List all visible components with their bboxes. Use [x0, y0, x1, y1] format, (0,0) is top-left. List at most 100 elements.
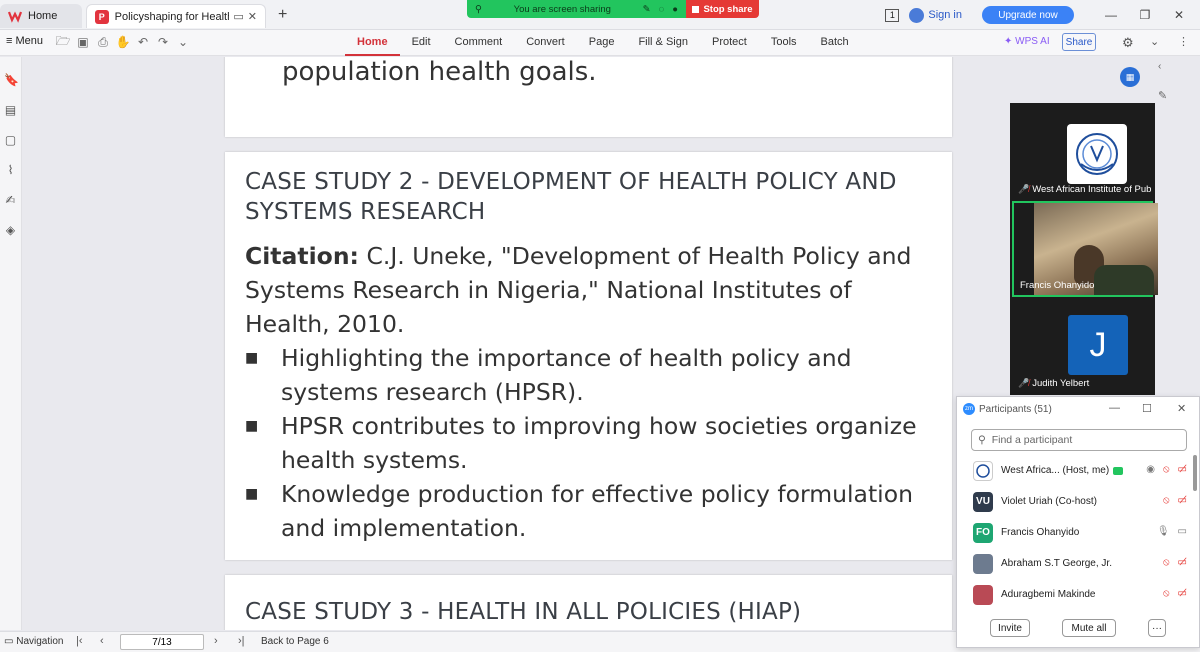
mic-off-icon[interactable]: ✎ [643, 4, 651, 15]
case2-title-line1: CASE STUDY 2 - DEVELOPMENT OF HEALTH POL… [245, 169, 897, 195]
video-tile[interactable]: J 🎤̸ Judith Yelbert [1012, 299, 1153, 393]
more-options-icon[interactable]: ⋮ [1178, 35, 1189, 48]
participant-row[interactable]: West Africa... (Host, me) ◉ ⦸ ▭̸ [957, 455, 1193, 486]
back-to-page-link[interactable]: Back to Page 6 [261, 636, 329, 647]
pin-icon[interactable]: ⚲ [475, 4, 482, 15]
ribbon-tab-convert[interactable]: Convert [514, 36, 577, 56]
tab-home[interactable]: Home [0, 4, 82, 28]
mute-all-button[interactable]: Mute all [1062, 619, 1116, 637]
shield-icon[interactable]: ● [672, 4, 678, 15]
mute-all-label: Mute all [1071, 622, 1107, 634]
ribbon-tab-comment[interactable]: Comment [443, 36, 515, 56]
participants-header: zm Participants (51) — ☐ ✕ [957, 397, 1200, 421]
last-page-icon[interactable]: ›| [238, 635, 245, 647]
participant-search-input[interactable]: ⚲ Find a participant [971, 429, 1187, 451]
participant-avatar: VU [973, 491, 993, 512]
bullet-item: ■ Highlighting the importance of health p… [245, 341, 935, 409]
participant-status-icons: ⦸ ▭̸ [1163, 557, 1187, 568]
close-window-icon[interactable]: ✕ [1166, 8, 1192, 22]
bullet-square-icon: ■ [245, 486, 259, 502]
menu-button[interactable]: ≡ Menu [6, 35, 43, 47]
bookmark-icon[interactable]: 🔖 [4, 74, 19, 87]
browser-tab-bar: Home P Policyshaping for Health Deve ▭ ✕… [0, 0, 1200, 30]
collapse-ribbon-icon[interactable]: ⌄ [1150, 35, 1159, 48]
bullet-text: Highlighting the importance of health po… [281, 344, 852, 406]
more-label: ··· [1152, 622, 1162, 634]
participants-title: Participants (51) [979, 403, 1052, 415]
minimize-panel-icon[interactable]: — [1109, 402, 1120, 414]
participants-panel: zm Participants (51) — ☐ ✕ ⚲ Find a part… [956, 396, 1200, 648]
sign-in-link[interactable]: Sign in [928, 9, 962, 21]
monitor-icon[interactable]: ▭ [233, 10, 243, 23]
attachment-icon[interactable]: ⌇ [4, 164, 17, 177]
panel-collapse-icon[interactable]: ‹ [1158, 61, 1161, 72]
mic-muted-icon: 🎤̸ [1018, 184, 1030, 194]
navigation-button[interactable]: ▭ Navigation [4, 636, 64, 647]
ribbon-tab-protect[interactable]: Protect [700, 36, 759, 56]
citation-label: Citation: [245, 242, 359, 270]
participant-row[interactable]: Abraham S.T George, Jr. ⦸ ▭̸ [957, 548, 1193, 579]
translate-assistant-icon[interactable]: ▦ [1120, 67, 1140, 87]
tab-document[interactable]: P Policyshaping for Health Deve ▭ ✕ [86, 4, 266, 28]
tile-participant-name: 🎤̸West African Institute of Public H... [1018, 184, 1152, 195]
next-page-icon[interactable]: › [214, 635, 218, 647]
layers-icon[interactable]: ◈ [4, 224, 17, 237]
settings-gear-icon[interactable]: ⚙ [1122, 35, 1134, 51]
participant-avatar [973, 584, 993, 605]
participant-row[interactable]: Aduragbemi Makinde ⦸ ▭̸ [957, 579, 1193, 610]
thumbnails-icon[interactable]: ▤ [4, 104, 17, 117]
participant-avatar [973, 460, 993, 481]
participant-name: Violet Uriah (Co-host) [1001, 496, 1097, 507]
search-icon: ⚲ [978, 434, 986, 446]
participant-list-scrollbar[interactable] [1193, 455, 1197, 491]
hand-tool-icon[interactable]: ✋ [116, 35, 131, 49]
workspace-badge[interactable]: 1 [885, 8, 900, 22]
ribbon-tab-edit[interactable]: Edit [400, 36, 443, 56]
maximize-panel-icon[interactable]: ☐ [1142, 402, 1152, 415]
save-icon[interactable]: ▣ [76, 35, 90, 49]
upgrade-button[interactable]: Upgrade now [982, 6, 1074, 24]
participant-row[interactable]: FO Francis Ohanyido 🎙 ▭ [957, 517, 1193, 548]
close-panel-icon[interactable]: ✕ [1177, 402, 1186, 415]
ribbon-tab-page[interactable]: Page [577, 36, 627, 56]
open-folder-icon[interactable]: 🗁 [56, 34, 71, 49]
ribbon-tab-fill-sign[interactable]: Fill & Sign [626, 36, 700, 56]
participant-row[interactable]: VU Violet Uriah (Co-host) ⦸ ▭̸ [957, 486, 1193, 517]
undo-icon[interactable]: ↶ [136, 35, 150, 49]
stop-share-button[interactable]: Stop share [686, 0, 759, 18]
more-options-button[interactable]: ··· [1148, 619, 1166, 637]
edit-panel-icon[interactable]: ✎ [1158, 89, 1167, 102]
page-previous: population health goals. [225, 57, 952, 137]
navigation-label: Navigation [16, 636, 64, 647]
first-page-icon[interactable]: |‹ [76, 635, 83, 647]
video-tile[interactable]: 🎤̸West African Institute of Public H... [1012, 105, 1153, 199]
share-button[interactable]: Share [1062, 33, 1096, 51]
page-case-study-2: CASE STUDY 2 - DEVELOPMENT OF HEALTH POL… [225, 152, 952, 560]
new-tab-button[interactable]: + [278, 6, 287, 24]
ribbon-tab-home[interactable]: Home [345, 36, 400, 56]
screen-share-banner: ⚲ You are screen sharing ✎ ◌ ● Stop shar… [467, 0, 759, 18]
video-gallery: 🎤̸West African Institute of Public H... … [1010, 103, 1158, 395]
signature-icon[interactable]: ✍ [4, 194, 17, 207]
mic-muted-icon: 🎤̸ [1018, 378, 1030, 388]
ribbon-tab-batch[interactable]: Batch [809, 36, 861, 56]
restore-icon[interactable]: ❐ [1132, 8, 1158, 22]
wps-ai-button[interactable]: ✦ WPS AI [1004, 36, 1050, 47]
previous-page-icon[interactable]: ‹ [100, 635, 104, 647]
invite-button[interactable]: Invite [990, 619, 1030, 637]
institute-logo [1067, 124, 1127, 184]
dropdown-icon[interactable]: ⌄ [176, 35, 190, 49]
close-tab-icon[interactable]: ✕ [248, 10, 257, 23]
zoom-logo-icon: zm [963, 403, 975, 415]
video-tile-active-speaker[interactable]: Francis Ohanyido [1012, 201, 1158, 297]
print-icon[interactable]: ⎙ [96, 35, 110, 49]
page-number-input[interactable] [120, 634, 204, 650]
bullet-square-icon: ■ [245, 350, 259, 366]
redo-icon[interactable]: ↷ [156, 35, 170, 49]
stop-share-label: Stop share [703, 3, 753, 15]
minimize-icon[interactable]: — [1098, 8, 1124, 22]
ribbon-tab-tools[interactable]: Tools [759, 36, 809, 56]
comment-icon[interactable]: ▢ [4, 134, 17, 147]
pause-icon[interactable]: ◌ [659, 4, 665, 15]
window-controls: 1 Sign in Upgrade now — ❐ ✕ [885, 4, 1200, 26]
